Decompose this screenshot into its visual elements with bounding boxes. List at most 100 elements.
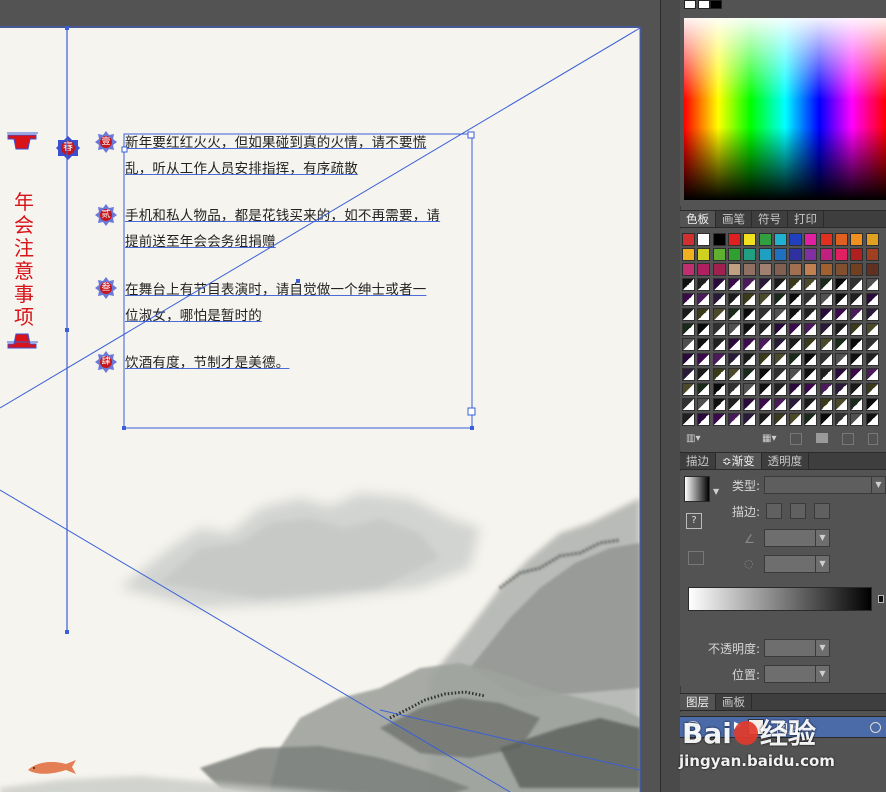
pattern-swatch[interactable] <box>743 413 757 426</box>
pattern-swatch[interactable] <box>712 308 726 321</box>
artboard[interactable]: 年 会 注 意 事 项 春 壹 贰 叁 肆 新年要红红火火，但如果碰到真的火情，… <box>0 28 640 792</box>
item-badge-1[interactable]: 壹 <box>94 130 118 154</box>
pattern-swatch[interactable] <box>682 278 695 291</box>
panel-icon-strip[interactable] <box>661 0 681 792</box>
color-swatch[interactable] <box>789 248 803 261</box>
tab-gradient[interactable]: ≎渐变 <box>716 453 762 469</box>
pattern-swatch[interactable] <box>835 278 848 291</box>
pattern-swatch[interactable] <box>819 323 833 336</box>
pattern-swatch[interactable] <box>758 413 772 426</box>
color-swatch[interactable] <box>727 263 741 276</box>
tab-artboards[interactable]: 画板 <box>716 694 752 710</box>
pattern-swatch[interactable] <box>865 338 879 351</box>
pattern-swatch[interactable] <box>819 413 833 426</box>
pattern-swatch[interactable] <box>697 398 711 411</box>
pattern-swatch[interactable] <box>789 278 803 291</box>
pattern-swatch[interactable] <box>804 308 818 321</box>
color-swatch[interactable] <box>758 233 772 246</box>
gradient-angle-select[interactable]: ▼ <box>764 529 830 547</box>
stroke-within-icon[interactable] <box>766 503 782 519</box>
target-circle-icon[interactable] <box>870 722 881 733</box>
pattern-swatch[interactable] <box>727 338 741 351</box>
pattern-swatch[interactable] <box>835 308 848 321</box>
pattern-swatch[interactable] <box>819 368 833 381</box>
note-item-3[interactable]: 在舞台上有节目表演时，请自觉做一个绅士或者一 位淑女，哪怕是暂时的 <box>125 277 475 329</box>
pattern-swatch[interactable] <box>835 293 848 306</box>
color-swatch[interactable] <box>804 248 818 261</box>
color-swatch[interactable] <box>743 263 757 276</box>
pattern-swatch[interactable] <box>697 308 711 321</box>
color-swatch[interactable] <box>835 263 848 276</box>
pattern-swatch[interactable] <box>773 383 787 396</box>
pattern-swatch[interactable] <box>865 398 879 411</box>
pattern-swatch[interactable] <box>773 278 787 291</box>
gradient-preview-menu-icon[interactable]: ▼ <box>713 487 719 496</box>
pattern-swatch[interactable] <box>789 293 803 306</box>
pattern-swatch[interactable] <box>835 353 848 366</box>
color-swatch[interactable] <box>743 248 757 261</box>
pattern-swatch[interactable] <box>712 413 726 426</box>
pattern-swatch[interactable] <box>835 383 848 396</box>
pattern-swatch[interactable] <box>697 323 711 336</box>
color-swatch[interactable] <box>697 233 711 246</box>
pattern-swatch[interactable] <box>682 323 695 336</box>
pattern-swatch[interactable] <box>819 308 833 321</box>
pattern-swatch[interactable] <box>727 278 741 291</box>
reverse-gradient-icon[interactable] <box>688 551 704 565</box>
color-swatch[interactable] <box>850 248 864 261</box>
color-swatch[interactable] <box>865 248 879 261</box>
color-swatch[interactable] <box>743 233 757 246</box>
white-swatch-icon[interactable] <box>698 0 710 9</box>
pattern-swatch[interactable] <box>727 398 741 411</box>
pattern-swatch[interactable] <box>697 353 711 366</box>
pattern-swatch[interactable] <box>789 383 803 396</box>
pattern-swatch[interactable] <box>773 323 787 336</box>
pattern-swatch[interactable] <box>835 413 848 426</box>
pattern-swatch[interactable] <box>758 368 772 381</box>
document-canvas[interactable]: 年 会 注 意 事 项 春 壹 贰 叁 肆 新年要红红火火，但如果碰到真的火情，… <box>0 0 660 792</box>
pattern-swatch[interactable] <box>789 338 803 351</box>
pattern-swatch[interactable] <box>804 383 818 396</box>
pattern-swatch[interactable] <box>865 353 879 366</box>
pattern-swatch[interactable] <box>804 278 818 291</box>
color-swatch[interactable] <box>804 233 818 246</box>
pattern-swatch[interactable] <box>712 323 726 336</box>
color-swatch[interactable] <box>712 263 726 276</box>
pattern-swatch[interactable] <box>789 308 803 321</box>
color-swatch[interactable] <box>819 263 833 276</box>
opacity-select[interactable]: ▼ <box>764 639 830 657</box>
vertical-title[interactable]: 年 会 注 意 事 项 <box>8 158 40 329</box>
pattern-swatch[interactable] <box>697 368 711 381</box>
item-badge-4[interactable]: 肆 <box>94 350 118 374</box>
pattern-swatch[interactable] <box>773 308 787 321</box>
seal-badge-spring[interactable]: 春 <box>55 135 81 161</box>
pattern-swatch[interactable] <box>682 353 695 366</box>
pattern-swatch[interactable] <box>789 323 803 336</box>
pattern-swatch[interactable] <box>835 338 848 351</box>
pattern-swatch[interactable] <box>697 278 711 291</box>
delete-swatch-icon[interactable] <box>868 433 878 445</box>
stroke-across-icon[interactable] <box>814 503 830 519</box>
pattern-swatch[interactable] <box>850 353 864 366</box>
pattern-swatch[interactable] <box>819 398 833 411</box>
color-swatch[interactable] <box>682 248 695 261</box>
pattern-swatch[interactable] <box>743 398 757 411</box>
pattern-swatch[interactable] <box>773 413 787 426</box>
pattern-swatch[interactable] <box>758 308 772 321</box>
swatch-library-menu-icon[interactable]: ▥▾ <box>686 433 704 445</box>
pattern-swatch[interactable] <box>819 383 833 396</box>
pattern-swatch[interactable] <box>773 353 787 366</box>
pattern-swatch[interactable] <box>804 338 818 351</box>
color-swatch[interactable] <box>850 233 864 246</box>
swatch-grid[interactable] <box>682 233 882 429</box>
color-swatch[interactable] <box>865 263 879 276</box>
pattern-swatch[interactable] <box>758 293 772 306</box>
new-color-group-icon[interactable] <box>816 433 828 443</box>
pattern-swatch[interactable] <box>712 383 726 396</box>
pattern-swatch[interactable] <box>727 293 741 306</box>
swatch-options-icon[interactable] <box>790 433 802 445</box>
pattern-swatch[interactable] <box>850 383 864 396</box>
note-item-1[interactable]: 新年要红红火火，但如果碰到真的火情，请不要慌 乱，听从工作人员安排指挥，有序疏散 <box>125 130 475 182</box>
color-swatch[interactable] <box>712 233 726 246</box>
gradient-stop-icon[interactable] <box>878 595 884 603</box>
